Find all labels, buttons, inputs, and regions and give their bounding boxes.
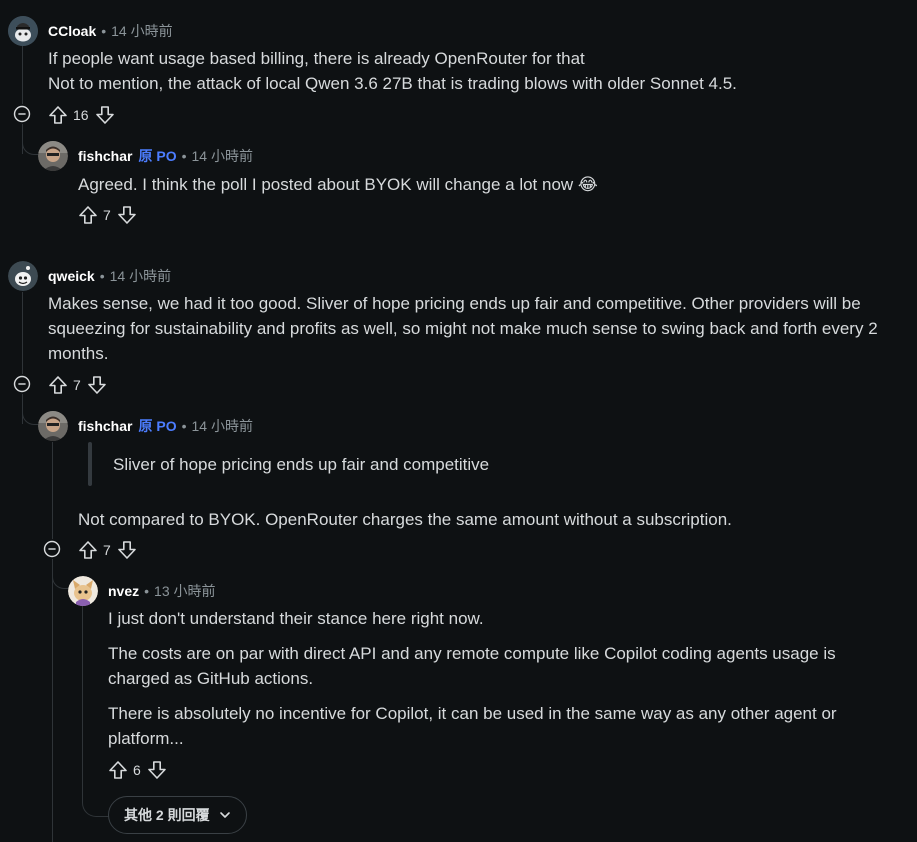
thread-line[interactable] [52,559,53,842]
vote-bar: 7 [78,203,137,227]
vote-count: 6 [133,762,141,778]
op-badge: 原 PO [138,148,177,164]
thread-branch [22,408,39,425]
thread-line[interactable] [22,46,23,104]
downvote-icon[interactable] [147,760,167,780]
username[interactable]: qweick [48,268,95,284]
vote-bar: 7 [78,538,137,562]
collapse-thread-icon[interactable] [13,105,31,123]
thread-line[interactable] [52,442,53,539]
separator-dot: • [99,268,105,284]
comment-meta: CCloak • 14 小時前 [48,21,173,41]
avatar[interactable] [38,141,68,171]
comment-body: Agreed. I think the poll I posted about … [78,175,598,194]
comment-meta: fishchar 原 PO • 14 小時前 [78,416,253,436]
vote-bar: 7 [48,373,107,397]
blockquote-text: Sliver of hope pricing ends up fair and … [113,455,490,474]
upvote-icon[interactable] [78,205,98,225]
comment-body: If people want usage based billing, ther… [48,46,908,96]
username[interactable]: fishchar [78,418,132,434]
comment-line: months. [48,344,109,363]
avatar[interactable] [8,261,38,291]
comment-meta: nvez • 13 小時前 [108,581,216,601]
separator-dot: • [181,148,187,164]
username[interactable]: nvez [108,583,139,599]
timestamp[interactable]: 14 小時前 [110,268,171,284]
blockquote-bar [88,442,92,486]
timestamp[interactable]: 14 小時前 [192,148,253,164]
downvote-icon[interactable] [117,205,137,225]
vote-bar: 16 [48,103,115,127]
comment-meta: fishchar 原 PO • 14 小時前 [78,146,253,166]
thread-branch [22,138,39,155]
separator-dot: • [181,418,187,434]
comment-paragraph: The costs are on par with direct API and… [108,641,908,691]
vote-count: 7 [73,377,81,393]
snoo-avatar-icon [8,16,38,46]
thread-line[interactable] [82,606,83,796]
upvote-icon[interactable] [48,105,68,125]
avatar[interactable] [8,16,38,46]
upvote-icon[interactable] [108,760,128,780]
downvote-icon[interactable] [117,540,137,560]
comment-paragraph: I just don't understand their stance her… [108,609,484,628]
username[interactable]: fishchar [78,148,132,164]
timestamp[interactable]: 14 小時前 [111,23,172,39]
snoo-avatar-icon [68,576,98,606]
snoo-avatar-icon [8,261,38,291]
thread-line[interactable] [22,292,23,374]
vote-count: 7 [103,207,111,223]
comment-meta: qweick • 14 小時前 [48,266,171,286]
op-badge: 原 PO [138,418,177,434]
separator-dot: • [101,23,107,39]
comment-body: Not compared to BYOK. OpenRouter charges… [78,510,732,529]
comment-line: charged as GitHub actions. [108,669,314,688]
collapse-thread-icon[interactable] [43,540,61,558]
timestamp[interactable]: 13 小時前 [154,583,215,599]
vote-count: 16 [73,107,89,123]
comment-line: Makes sense, we had it too good. Sliver … [48,294,861,313]
upvote-icon[interactable] [78,540,98,560]
more-replies-button[interactable]: 其他 2 則回覆 [108,796,247,834]
downvote-icon[interactable] [87,375,107,395]
comment-line: If people want usage based billing, ther… [48,49,585,68]
downvote-icon[interactable] [95,105,115,125]
comment-body: Makes sense, we had it too good. Sliver … [48,291,913,366]
username[interactable]: CCloak [48,23,96,39]
comment-line: squeezing for sustainability and profits… [48,319,878,338]
vote-bar: 6 [108,758,167,782]
comment-line: platform... [108,729,184,748]
user-photo-avatar-icon [38,411,68,441]
timestamp[interactable]: 14 小時前 [192,418,253,434]
upvote-icon[interactable] [48,375,68,395]
vote-count: 7 [103,542,111,558]
user-photo-avatar-icon [38,141,68,171]
comment-line: The costs are on par with direct API and… [108,644,836,663]
thread-branch [52,572,69,589]
comment-paragraph: There is absolutely no incentive for Cop… [108,701,908,751]
comment-line: Not to mention, the attack of local Qwen… [48,74,737,93]
avatar[interactable] [68,576,98,606]
thread-branch [82,790,109,817]
avatar[interactable] [38,411,68,441]
comment-line: There is absolutely no incentive for Cop… [108,704,837,723]
more-replies-label: 其他 2 則回覆 [124,807,210,823]
separator-dot: • [144,583,150,599]
chevron-down-icon [219,812,230,818]
collapse-thread-icon[interactable] [13,375,31,393]
